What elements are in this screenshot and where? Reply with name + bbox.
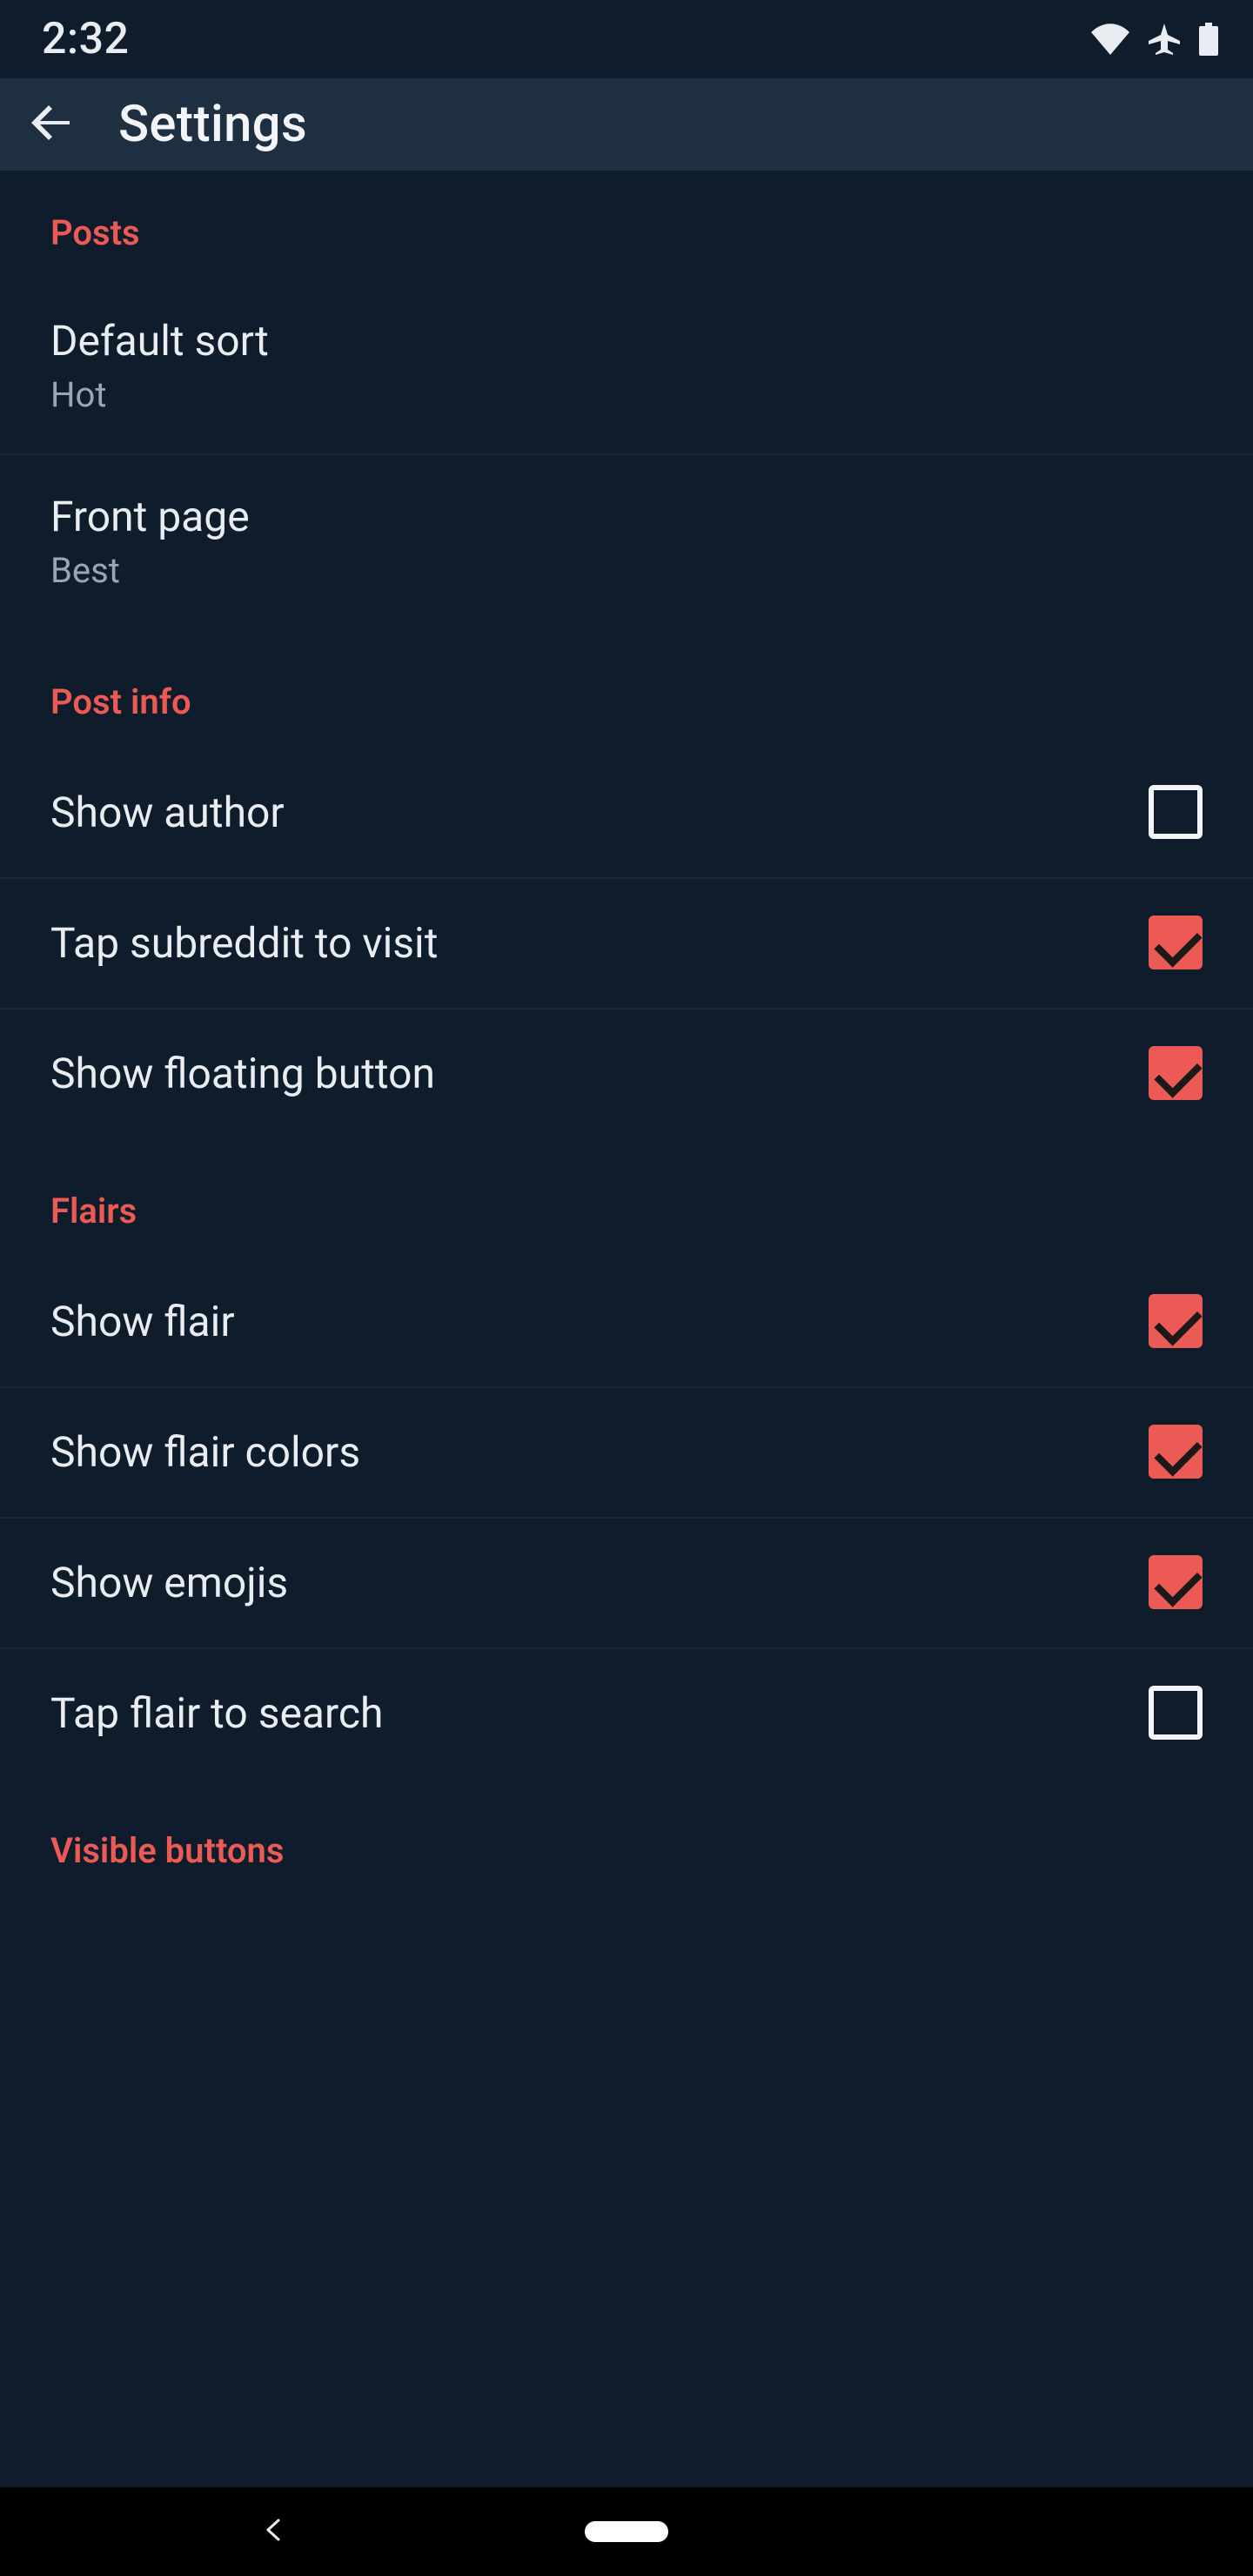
settings-list: Posts Default sort Hot Front page Best P… [0,171,1253,1895]
nav-bar [0,2487,1253,2576]
row-value: Hot [50,374,269,415]
section-header-flairs: Flairs [0,1138,1253,1256]
row-title: Show flair [50,1297,235,1346]
row-title: Tap flair to search [50,1688,383,1738]
row-show-flair-colors[interactable]: Show flair colors [0,1386,1253,1517]
checkbox-show-flair[interactable] [1149,1294,1203,1348]
row-title: Tap subreddit to visit [50,918,438,968]
row-floating-button[interactable]: Show floating button [0,1008,1253,1138]
row-default-sort[interactable]: Default sort Hot [0,278,1253,453]
row-show-author[interactable]: Show author [0,747,1253,877]
row-title: Show emojis [50,1558,288,1607]
status-icons [1091,22,1218,57]
row-tap-flair[interactable]: Tap flair to search [0,1647,1253,1778]
row-title: Front page [50,492,250,541]
row-front-page[interactable]: Front page Best [0,453,1253,629]
status-bar: 2:32 [0,0,1253,78]
page-title: Settings [118,95,307,154]
section-header-post-info: Post info [0,629,1253,747]
nav-home-pill[interactable] [585,2521,668,2542]
row-tap-subreddit[interactable]: Tap subreddit to visit [0,877,1253,1008]
row-title: Show author [50,788,285,837]
checkbox-floating-button[interactable] [1149,1046,1203,1100]
row-value: Best [50,550,250,591]
section-header-posts: Posts [0,171,1253,278]
row-show-emojis[interactable]: Show emojis [0,1517,1253,1647]
checkbox-show-flair-colors[interactable] [1149,1425,1203,1479]
back-button[interactable] [28,100,73,149]
row-title: Show floating button [50,1049,435,1098]
section-header-visible-buttons: Visible buttons [0,1778,1253,1895]
row-title: Show flair colors [50,1427,360,1477]
airplane-icon [1147,22,1182,57]
checkbox-tap-flair[interactable] [1149,1686,1203,1740]
app-bar: Settings [0,78,1253,171]
checkbox-show-author[interactable] [1149,785,1203,839]
checkbox-tap-subreddit[interactable] [1149,916,1203,969]
row-show-flair[interactable]: Show flair [0,1256,1253,1386]
row-title: Default sort [50,316,269,366]
wifi-icon [1091,23,1129,55]
nav-back-button[interactable] [261,2517,287,2546]
status-time: 2:32 [42,14,129,64]
battery-icon [1199,23,1218,56]
checkbox-show-emojis[interactable] [1149,1555,1203,1609]
